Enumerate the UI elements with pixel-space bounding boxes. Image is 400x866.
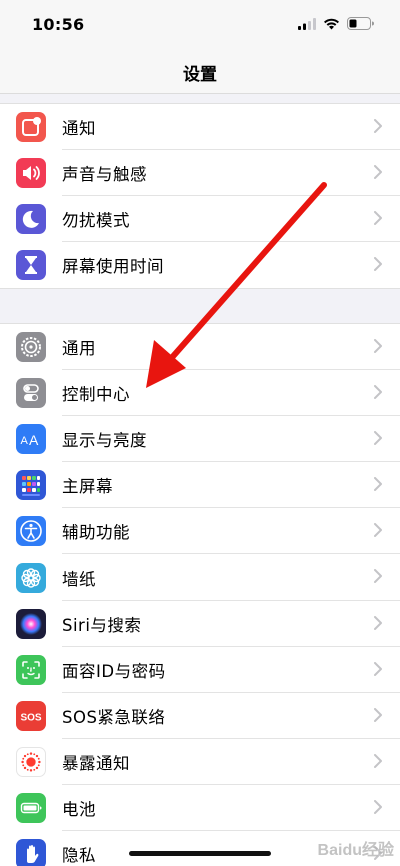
settings-row-face-id-passcode[interactable]: 面容ID与密码 bbox=[0, 647, 400, 693]
chevron-right-icon bbox=[374, 569, 382, 584]
settings-row-control-center[interactable]: 控制中心 bbox=[0, 370, 400, 417]
home-grid-icon bbox=[16, 470, 46, 501]
settings-row-label: 电池 bbox=[62, 799, 96, 819]
settings-row-label: 面容ID与密码 bbox=[62, 661, 166, 681]
cellular-signal-icon bbox=[298, 17, 316, 30]
settings-row-display-brightness[interactable]: AA 显示与亮度 bbox=[0, 416, 400, 463]
settings-row-notifications[interactable]: 通知 bbox=[0, 104, 400, 151]
settings-row-screen-time[interactable]: 屏幕使用时间 bbox=[0, 242, 400, 288]
settings-row-label: 辅助功能 bbox=[62, 523, 130, 543]
settings-row-label: 暴露通知 bbox=[62, 753, 130, 773]
sos-icon: SOS bbox=[16, 700, 46, 731]
moon-icon bbox=[16, 204, 46, 235]
settings-row-siri-search[interactable]: Siri与搜索 bbox=[0, 601, 400, 647]
settings-row-home-screen[interactable]: 主屏幕 bbox=[0, 462, 400, 509]
settings-row-label: 通知 bbox=[62, 119, 96, 139]
notification-icon bbox=[16, 112, 46, 143]
settings-row-general[interactable]: 通用 bbox=[0, 324, 400, 371]
settings-row-label: 勿扰模式 bbox=[62, 211, 130, 231]
settings-row-label: 隐私 bbox=[62, 846, 96, 866]
settings-row-battery[interactable]: 电池 bbox=[0, 785, 400, 832]
settings-row-label: 主屏幕 bbox=[62, 477, 113, 497]
settings-row-wallpaper[interactable]: 墙纸 bbox=[0, 554, 400, 601]
chevron-right-icon bbox=[374, 257, 382, 272]
toggles-icon bbox=[16, 378, 46, 409]
settings-row-label: Siri与搜索 bbox=[62, 615, 142, 635]
settings-group-2: 通用 控制中心 AA 显示与亮度 主屏幕 辅助功能 墙纸 Siri与搜索 面容I… bbox=[0, 323, 400, 866]
status-icons bbox=[298, 17, 374, 30]
home-indicator[interactable] bbox=[129, 851, 271, 856]
siri-icon bbox=[16, 608, 46, 639]
gear-icon bbox=[16, 332, 46, 363]
hand-icon bbox=[16, 839, 46, 866]
accessibility-icon bbox=[16, 516, 46, 547]
svg-text:A: A bbox=[21, 435, 29, 447]
settings-row-emergency-sos[interactable]: SOS SOS紧急联络 bbox=[0, 693, 400, 739]
chevron-right-icon bbox=[374, 339, 382, 353]
settings-row-label: 显示与亮度 bbox=[62, 431, 147, 451]
svg-text:SOS: SOS bbox=[20, 712, 41, 723]
text-size-icon: AA bbox=[16, 424, 46, 455]
chevron-right-icon bbox=[374, 799, 382, 814]
chevron-right-icon bbox=[374, 165, 382, 180]
status-bar: 10:56 bbox=[0, 0, 400, 50]
battery-icon bbox=[16, 792, 46, 823]
exposure-icon bbox=[16, 746, 46, 777]
page-title: 设置 bbox=[183, 65, 217, 85]
hourglass-icon bbox=[16, 250, 46, 281]
chevron-right-icon bbox=[374, 385, 382, 400]
status-time: 10:56 bbox=[32, 15, 85, 34]
chevron-right-icon bbox=[374, 119, 382, 133]
watermark-logo: Baidu经验 bbox=[317, 842, 394, 859]
settings-row-label: 墙纸 bbox=[62, 569, 96, 589]
battery-status-icon bbox=[347, 17, 374, 30]
settings-row-accessibility[interactable]: 辅助功能 bbox=[0, 508, 400, 555]
settings-row-label: 声音与触感 bbox=[62, 165, 147, 185]
chevron-right-icon bbox=[374, 615, 382, 630]
chevron-right-icon bbox=[374, 661, 382, 676]
chevron-right-icon bbox=[374, 477, 382, 492]
settings-row-label: SOS紧急联络 bbox=[62, 707, 166, 727]
settings-group-1: 通知 声音与触感 勿扰模式 屏幕使用时间 bbox=[0, 103, 400, 290]
chevron-right-icon bbox=[374, 431, 382, 446]
face-id-icon bbox=[16, 654, 46, 685]
wifi-icon bbox=[324, 18, 339, 29]
settings-row-exposure-notifications[interactable]: 暴露通知 bbox=[0, 739, 400, 785]
svg-text:A: A bbox=[29, 432, 39, 448]
settings-row-label: 屏幕使用时间 bbox=[62, 257, 164, 277]
settings-row-do-not-disturb[interactable]: 勿扰模式 bbox=[0, 196, 400, 243]
settings-row-label: 控制中心 bbox=[62, 385, 130, 405]
chevron-right-icon bbox=[374, 707, 382, 722]
nav-bar: 设置 bbox=[0, 50, 400, 94]
settings-row-sounds[interactable]: 声音与触感 bbox=[0, 150, 400, 197]
chevron-right-icon bbox=[374, 523, 382, 538]
speaker-icon bbox=[16, 158, 46, 189]
chevron-right-icon bbox=[374, 753, 382, 768]
chevron-right-icon bbox=[374, 211, 382, 226]
settings-row-label: 通用 bbox=[62, 339, 96, 359]
flower-icon bbox=[16, 562, 46, 593]
